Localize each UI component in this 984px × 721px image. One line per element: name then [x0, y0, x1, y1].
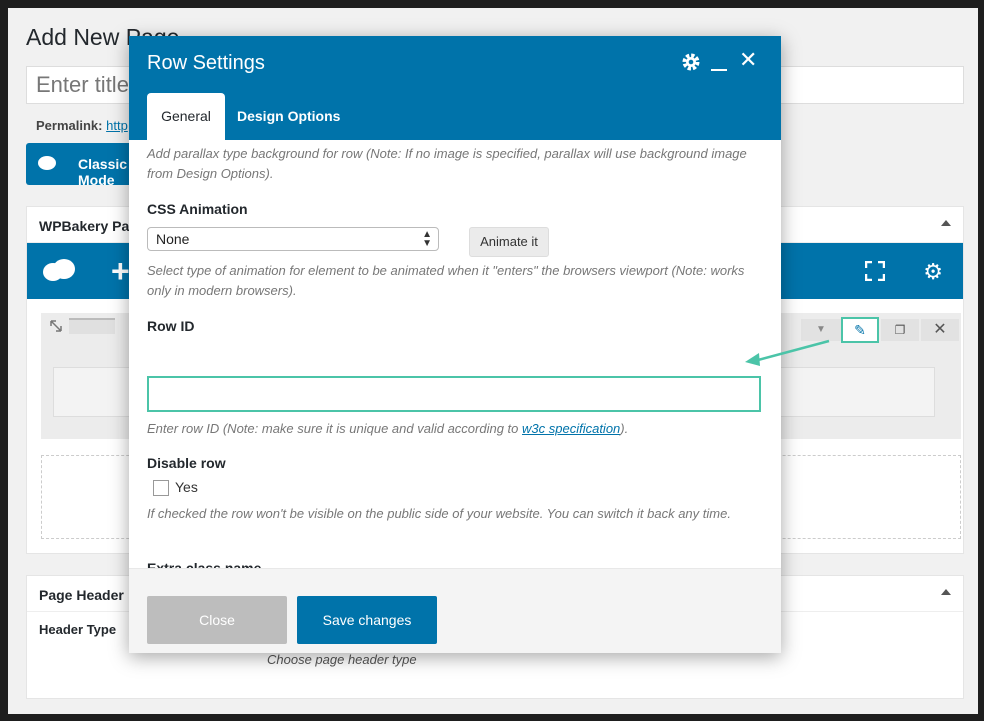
tab-design-options[interactable]: Design Options: [237, 93, 340, 140]
disable-row-label: Disable row: [147, 455, 226, 471]
modal-body: Add parallax type background for row (No…: [129, 140, 781, 568]
permalink-label: Permalink:: [36, 118, 103, 133]
row-layout-handle[interactable]: [69, 318, 115, 334]
gear-icon[interactable]: [681, 52, 701, 72]
permalink-link[interactable]: http: [106, 118, 128, 133]
row-settings-modal: Row Settings ✕ General Design Options Ad…: [129, 36, 781, 653]
wpbakery-logo-icon: [43, 259, 77, 281]
gear-icon[interactable]: ⚙: [923, 259, 943, 285]
close-icon[interactable]: ✕: [739, 49, 757, 71]
row-id-help: Enter row ID (Note: make sure it is uniq…: [147, 419, 761, 439]
tab-general[interactable]: General: [147, 93, 225, 140]
disable-row-checkbox[interactable]: [153, 480, 169, 496]
css-animation-help: Select type of animation for element to …: [147, 263, 745, 298]
collapse-toggle-icon[interactable]: [941, 589, 951, 595]
edit-row-icon[interactable]: ✎: [841, 317, 879, 343]
row-id-help-end: ).: [620, 421, 629, 436]
disable-row-yes-label: Yes: [175, 479, 198, 495]
classic-mode-label: Classic Mode: [78, 156, 128, 188]
modal-title: Row Settings: [147, 52, 265, 74]
header-type-help: Choose page header type: [267, 652, 417, 667]
save-changes-button[interactable]: Save changes: [297, 596, 437, 644]
delete-row-icon[interactable]: ✕: [921, 319, 959, 341]
extra-class-label: Extra class name: [147, 560, 262, 568]
parallax-help: Add parallax type background for row (No…: [147, 146, 747, 181]
fullscreen-icon[interactable]: [865, 261, 885, 281]
select-arrows-icon: ▲ ▼: [422, 229, 432, 249]
animate-it-button[interactable]: Animate it: [469, 227, 549, 257]
row-id-help-text: Enter row ID (Note: make sure it is uniq…: [147, 421, 523, 436]
add-element-icon[interactable]: +: [111, 253, 130, 290]
row-id-input[interactable]: [147, 376, 761, 412]
close-button[interactable]: Close: [147, 596, 287, 644]
row-dropdown-icon[interactable]: ▼: [801, 319, 841, 341]
css-animation-value: None: [156, 231, 190, 247]
clone-row-icon[interactable]: ❐: [881, 319, 919, 341]
css-animation-select[interactable]: None ▲ ▼: [147, 227, 439, 251]
permalink: Permalink: http: [36, 118, 128, 133]
wpbakery-logo-icon: [38, 156, 56, 170]
minimize-icon[interactable]: [711, 69, 727, 71]
w3c-spec-link[interactable]: w3c specification: [522, 421, 620, 436]
editor-frame: Add New Page Enter title here Permalink:…: [8, 8, 978, 714]
row-id-label: Row ID: [147, 318, 195, 334]
header-type-label: Header Type: [39, 622, 117, 637]
css-animation-label: CSS Animation: [147, 201, 248, 217]
disable-row-help: If checked the row won't be visible on t…: [147, 506, 731, 521]
collapse-toggle-icon[interactable]: [941, 220, 951, 226]
modal-header: Row Settings ✕ General Design Options: [129, 36, 781, 140]
modal-footer: Close Save changes: [129, 568, 781, 653]
